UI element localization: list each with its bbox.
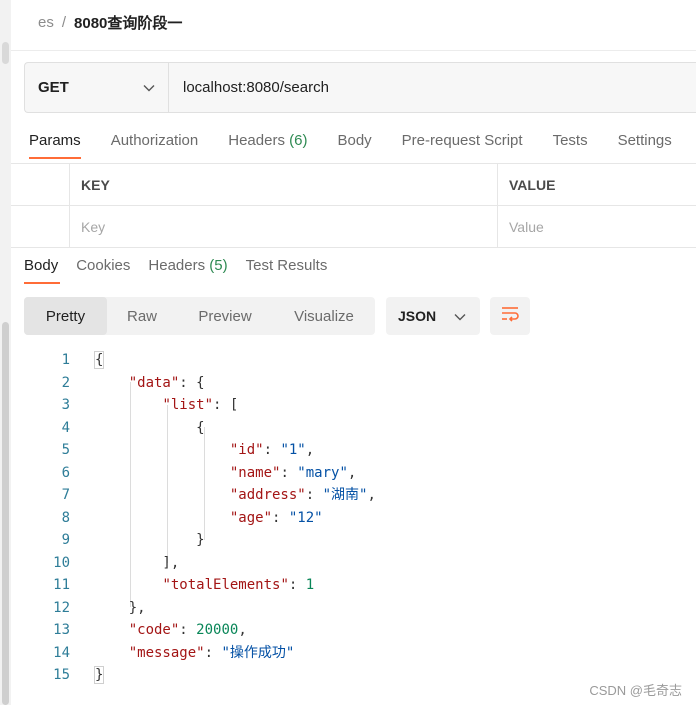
response-tab-cookies[interactable]: Cookies xyxy=(76,257,130,284)
left-scrollbar-track[interactable] xyxy=(0,0,11,705)
request-name[interactable]: 8080查询阶段一 xyxy=(74,12,182,33)
scrollbar-thumb[interactable] xyxy=(2,322,9,705)
response-tab-test-results[interactable]: Test Results xyxy=(246,257,328,284)
param-key-input[interactable]: Key xyxy=(70,206,498,247)
url-input[interactable]: localhost:8080/search xyxy=(169,79,696,96)
tab-params[interactable]: Params xyxy=(29,132,81,159)
response-headers-count: (5) xyxy=(209,257,228,274)
tab-pre-request-script[interactable]: Pre-request Script xyxy=(402,132,523,159)
params-table: KEY VALUE Key Value xyxy=(11,163,696,248)
wrap-lines-icon xyxy=(500,306,520,327)
tab-tests[interactable]: Tests xyxy=(553,132,588,159)
breadcrumb-parent[interactable]: es xyxy=(38,14,54,31)
params-value-header: VALUE xyxy=(509,176,556,193)
wrap-lines-button[interactable] xyxy=(490,297,530,335)
param-value-input[interactable]: Value xyxy=(498,206,696,247)
breadcrumb: es / 8080查询阶段一 xyxy=(38,11,182,33)
params-empty-row: Key Value xyxy=(11,205,696,248)
params-header-row: KEY VALUE xyxy=(11,163,696,205)
method-label: GET xyxy=(38,79,69,96)
view-visualize-button[interactable]: Visualize xyxy=(273,297,375,335)
request-tabs: Params Authorization Headers (6) Body Pr… xyxy=(29,132,696,159)
response-tabs: Body Cookies Headers (5) Test Results xyxy=(24,257,345,284)
tab-body[interactable]: Body xyxy=(337,132,371,159)
params-key-header: KEY xyxy=(70,164,498,205)
response-tab-headers[interactable]: Headers (5) xyxy=(148,257,227,284)
chevron-down-icon xyxy=(454,308,466,324)
headers-count: (6) xyxy=(289,132,308,149)
url-bar: GET localhost:8080/search xyxy=(24,62,696,113)
view-mode-bar: Pretty Raw Preview Visualize xyxy=(24,297,375,335)
scrollbar-top-thumb[interactable] xyxy=(2,42,9,64)
divider xyxy=(11,50,696,51)
watermark: CSDN @毛奇志 xyxy=(589,683,682,698)
tab-headers[interactable]: Headers (6) xyxy=(228,132,307,159)
tab-settings[interactable]: Settings xyxy=(618,132,672,159)
chevron-down-icon xyxy=(143,79,155,96)
view-preview-button[interactable]: Preview xyxy=(177,297,273,335)
params-row-checkbox[interactable] xyxy=(11,206,70,247)
view-raw-button[interactable]: Raw xyxy=(107,297,177,335)
params-check-column xyxy=(11,164,70,205)
breadcrumb-separator: / xyxy=(61,13,67,31)
tab-authorization[interactable]: Authorization xyxy=(111,132,199,159)
response-tab-body[interactable]: Body xyxy=(24,257,61,284)
view-pretty-button[interactable]: Pretty xyxy=(24,297,107,335)
method-select[interactable]: GET xyxy=(25,63,169,112)
format-label: JSON xyxy=(398,308,437,324)
format-select[interactable]: JSON xyxy=(386,297,480,335)
